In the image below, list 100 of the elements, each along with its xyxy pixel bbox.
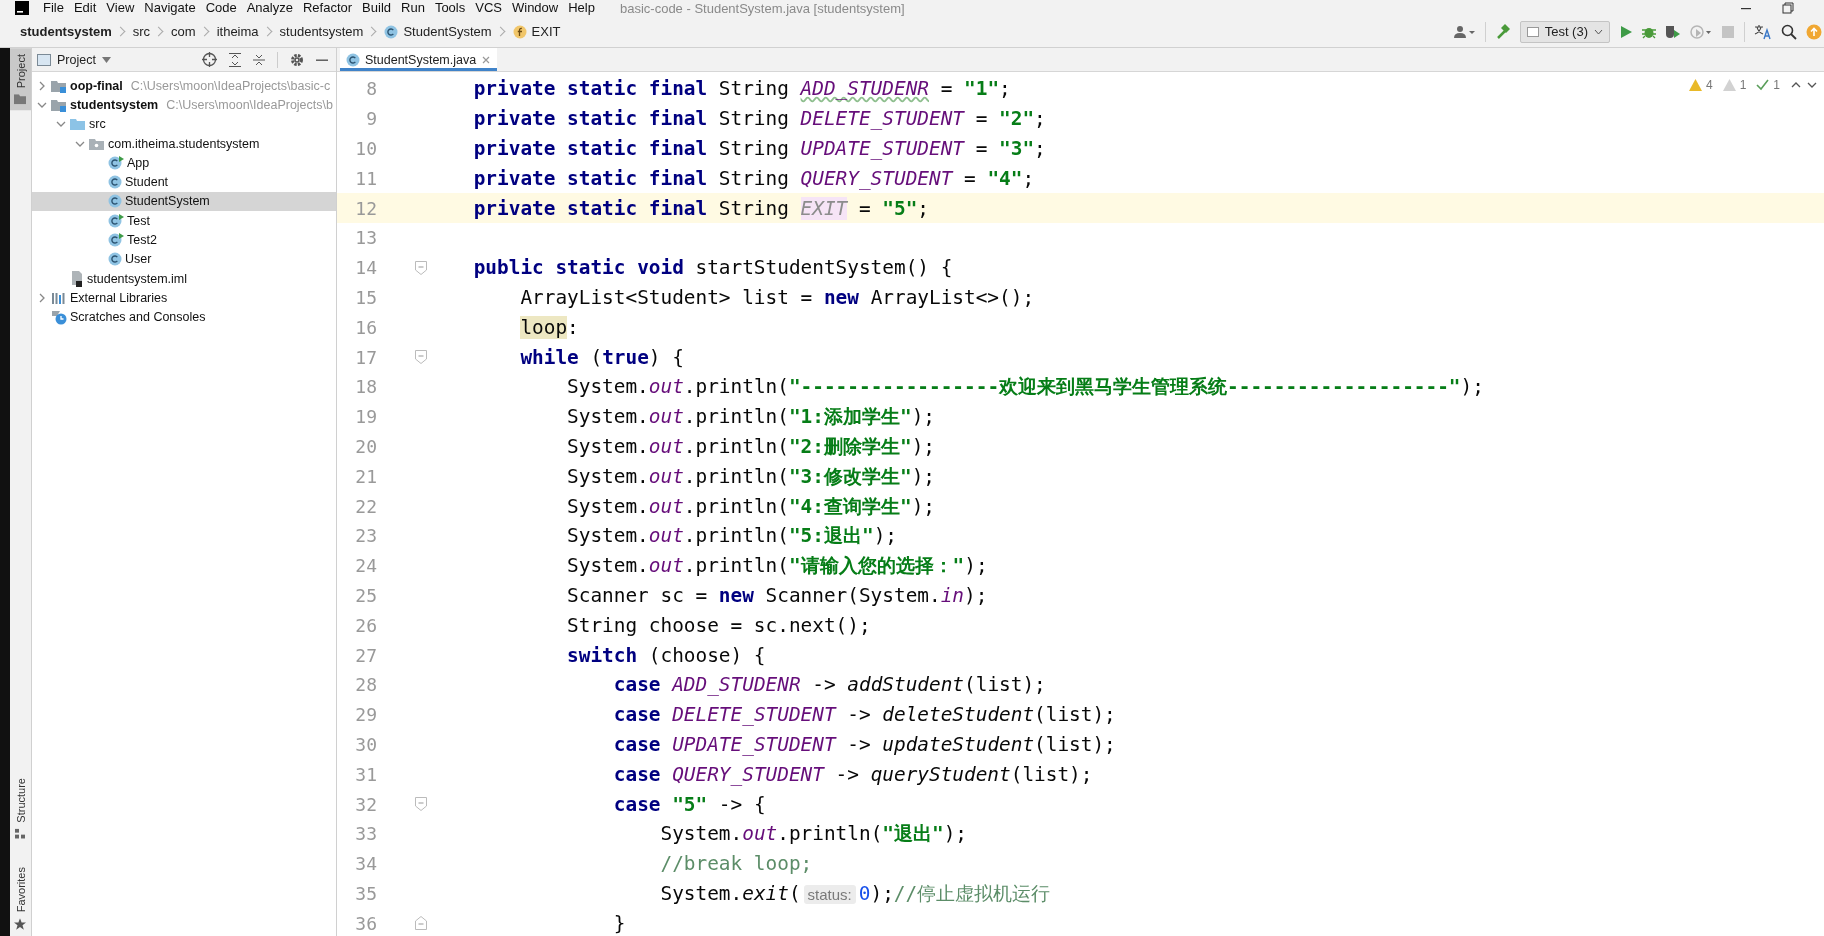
- menu-item[interactable]: View: [101, 0, 140, 16]
- fold-marker-icon[interactable]: [415, 797, 427, 811]
- menu-item[interactable]: Refactor: [297, 0, 358, 16]
- breadcrumb-item[interactable]: com: [171, 24, 196, 39]
- line-number: 28: [354, 674, 377, 696]
- weak-warning-count: 1: [1739, 78, 1747, 92]
- star-icon: [14, 918, 27, 930]
- menu-item[interactable]: File: [38, 0, 69, 16]
- line-number: 13: [354, 227, 377, 249]
- code-line: private static final String QUERY_STUDENT = "4";: [473, 166, 1035, 190]
- menu-item[interactable]: Window: [506, 0, 564, 16]
- fold-marker-icon[interactable]: [415, 260, 427, 275]
- translate-icon[interactable]: [1754, 23, 1772, 40]
- menu-item[interactable]: Tools: [429, 0, 471, 16]
- project-view-dropdown[interactable]: Project: [37, 52, 111, 67]
- config-icon: [1526, 25, 1539, 38]
- code-line: System.out.println("退出");: [660, 821, 968, 848]
- coverage-icon[interactable]: [1665, 24, 1681, 39]
- line-number: 34: [354, 853, 377, 875]
- folder-icon: [89, 136, 105, 151]
- breadcrumb-item[interactable]: EXIT: [512, 24, 561, 39]
- class-icon: [108, 194, 122, 209]
- code-line: case UPDATE_STUDENT -> updateStudent(list);: [613, 732, 1116, 756]
- class-icon: [108, 175, 122, 190]
- line-number: 26: [354, 614, 377, 636]
- expand-all-icon[interactable]: [229, 52, 241, 67]
- tree-item[interactable]: StudentSystem: [32, 191, 336, 212]
- tree-item[interactable]: Test: [32, 211, 336, 231]
- file-icon: [70, 270, 84, 287]
- line-number: 33: [354, 823, 377, 845]
- restore-icon[interactable]: [1782, 2, 1794, 14]
- breadcrumb-item[interactable]: StudentSystem: [384, 24, 492, 39]
- profiler-icon[interactable]: [1690, 24, 1712, 39]
- breadcrumb-item[interactable]: studentsystem: [279, 24, 364, 39]
- settings-icon[interactable]: [290, 52, 304, 67]
- line-number: 29: [354, 704, 377, 726]
- line-number: 16: [354, 316, 377, 338]
- tree-item[interactable]: com.itheima.studentsystem: [32, 133, 336, 154]
- code-line: while (true) {: [520, 345, 684, 369]
- tree-item[interactable]: Test2: [32, 230, 336, 250]
- code-line: System.out.println("5:退出");: [567, 523, 897, 550]
- line-number: 18: [354, 376, 377, 398]
- breadcrumb-item[interactable]: studentsystem: [20, 24, 112, 39]
- collapse-all-icon[interactable]: [253, 52, 265, 67]
- close-icon[interactable]: [481, 54, 492, 65]
- folder-icon: [70, 117, 86, 132]
- run-config-dropdown[interactable]: Test (3): [1519, 20, 1610, 43]
- menu-item[interactable]: Navigate: [139, 0, 201, 16]
- file-tab[interactable]: StudentSystem.java: [340, 48, 498, 71]
- user-icon[interactable]: [1453, 24, 1476, 39]
- menu-item[interactable]: Build: [357, 0, 396, 16]
- menu-item[interactable]: Run: [396, 0, 430, 16]
- code-line: System.out.println("1:添加学生");: [567, 404, 935, 431]
- side-tab[interactable]: Structure: [10, 772, 31, 845]
- line-number: 30: [354, 733, 377, 755]
- update-icon[interactable]: [1806, 23, 1822, 40]
- menu-item[interactable]: Edit: [68, 0, 102, 16]
- folder-icon: [51, 97, 67, 112]
- locate-icon[interactable]: [202, 52, 217, 67]
- line-number: 15: [354, 286, 377, 308]
- fold-marker-icon[interactable]: [415, 350, 427, 365]
- line-number: 36: [354, 912, 377, 934]
- tree-item[interactable]: User: [32, 249, 336, 269]
- line-number: 10: [354, 138, 377, 159]
- line-number: 20: [354, 435, 377, 457]
- code-line: System.out.println("3:修改学生");: [567, 463, 935, 490]
- code-line: case "5" -> {: [613, 792, 766, 816]
- breadcrumb-item[interactable]: src: [132, 24, 151, 39]
- search-icon[interactable]: [1781, 23, 1797, 40]
- menu-item[interactable]: VCS: [470, 0, 507, 16]
- line-number: 32: [354, 793, 377, 815]
- fold-marker-icon[interactable]: [415, 916, 427, 931]
- menu-item[interactable]: Analyze: [241, 0, 298, 16]
- tree-item[interactable]: src: [32, 114, 336, 134]
- tree-item[interactable]: studentsystem C:\Users\moon\IdeaProjects\b: [32, 95, 336, 115]
- chevron-down-icon[interactable]: [1806, 80, 1818, 90]
- code-line: case DELETE_STUDENT -> deleteStudent(list);: [613, 703, 1116, 727]
- code-line: System.out.println("4:查询学生");: [567, 493, 935, 520]
- chevron-up-icon[interactable]: [1790, 80, 1802, 90]
- tree-item[interactable]: External Libraries: [32, 288, 336, 308]
- tree-item[interactable]: Student: [32, 172, 336, 192]
- menu-item[interactable]: Code: [200, 0, 242, 16]
- side-tab[interactable]: Project: [10, 48, 31, 111]
- tree-item[interactable]: App: [32, 153, 336, 173]
- line-number: 23: [354, 525, 377, 547]
- class-icon: [108, 213, 124, 228]
- caret-icon: [1594, 28, 1603, 35]
- code-line: private static final String UPDATE_STUDENT = "3";: [473, 137, 1046, 160]
- field-icon: [512, 24, 527, 39]
- tree-item[interactable]: studentsystem.iml: [32, 268, 336, 289]
- run-icon[interactable]: [1619, 24, 1633, 39]
- menu-item[interactable]: Help: [563, 0, 600, 16]
- window-title: basic-code - StudentSystem.java [studentsystem]: [619, 0, 905, 16]
- tree-item[interactable]: Scratches and Consoles: [32, 307, 336, 327]
- warning-count: 4: [1705, 78, 1713, 92]
- breadcrumb-item[interactable]: itheima: [216, 24, 259, 39]
- code-line: switch (choose) {: [567, 643, 766, 667]
- weak-warning-icon: [1722, 79, 1736, 91]
- tree-item[interactable]: oop-final C:\Users\moon\IdeaProjects\basic-c: [32, 76, 336, 96]
- side-tab[interactable]: Favorites: [10, 860, 31, 936]
